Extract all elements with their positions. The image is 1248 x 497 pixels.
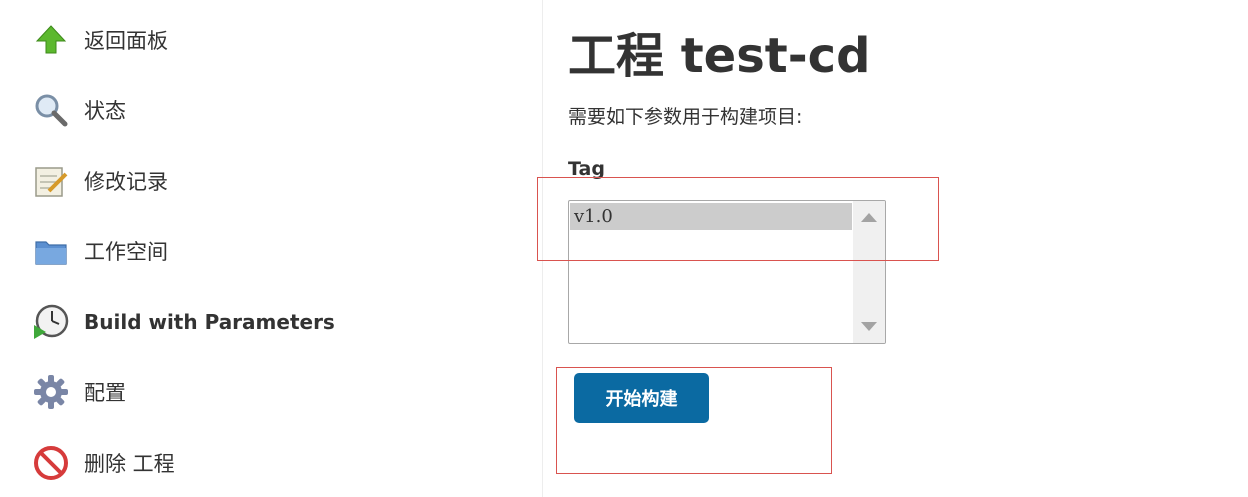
- start-build-button[interactable]: 开始构建: [574, 373, 709, 423]
- sidebar-item-label: 删除 工程: [84, 452, 175, 476]
- sidebar: 返回面板 状态 修改记录 工作空间 Build with Parameters …: [0, 0, 543, 497]
- folder-icon: [32, 232, 70, 270]
- parameter-name-tag: Tag: [568, 158, 605, 180]
- sidebar-item-label: 修改记录: [84, 170, 168, 194]
- sidebar-item-configure[interactable]: 配置: [32, 372, 512, 412]
- sidebar-item-changes[interactable]: 修改记录: [32, 161, 512, 201]
- sidebar-item-label: 返回面板: [84, 29, 168, 53]
- up-arrow-icon: [32, 21, 70, 59]
- parameters-description: 需要如下参数用于构建项目:: [568, 106, 803, 128]
- tag-option-selected[interactable]: v1.0: [570, 203, 852, 230]
- scrollbar[interactable]: [853, 201, 885, 343]
- page-title: 工程 test-cd: [568, 28, 871, 84]
- scroll-up-icon[interactable]: [861, 213, 877, 222]
- gear-icon: [32, 373, 70, 411]
- sidebar-item-status[interactable]: 状态: [32, 90, 512, 130]
- scroll-down-icon[interactable]: [861, 322, 877, 331]
- no-entry-icon: [32, 444, 70, 482]
- sidebar-item-build-with-parameters[interactable]: Build with Parameters: [32, 302, 512, 342]
- sidebar-item-back-to-dashboard[interactable]: 返回面板: [32, 20, 512, 60]
- clock-play-icon: [32, 303, 70, 341]
- magnifier-icon: [32, 91, 70, 129]
- sidebar-item-delete-project[interactable]: 删除 工程: [32, 443, 512, 483]
- sidebar-item-workspace[interactable]: 工作空间: [32, 231, 512, 271]
- sidebar-item-label: 配置: [84, 381, 126, 405]
- notepad-icon: [32, 162, 70, 200]
- sidebar-item-label: 工作空间: [84, 240, 168, 264]
- tag-select-list[interactable]: v1.0: [568, 200, 886, 344]
- sidebar-item-label: 状态: [84, 99, 126, 123]
- sidebar-item-label: Build with Parameters: [84, 310, 335, 334]
